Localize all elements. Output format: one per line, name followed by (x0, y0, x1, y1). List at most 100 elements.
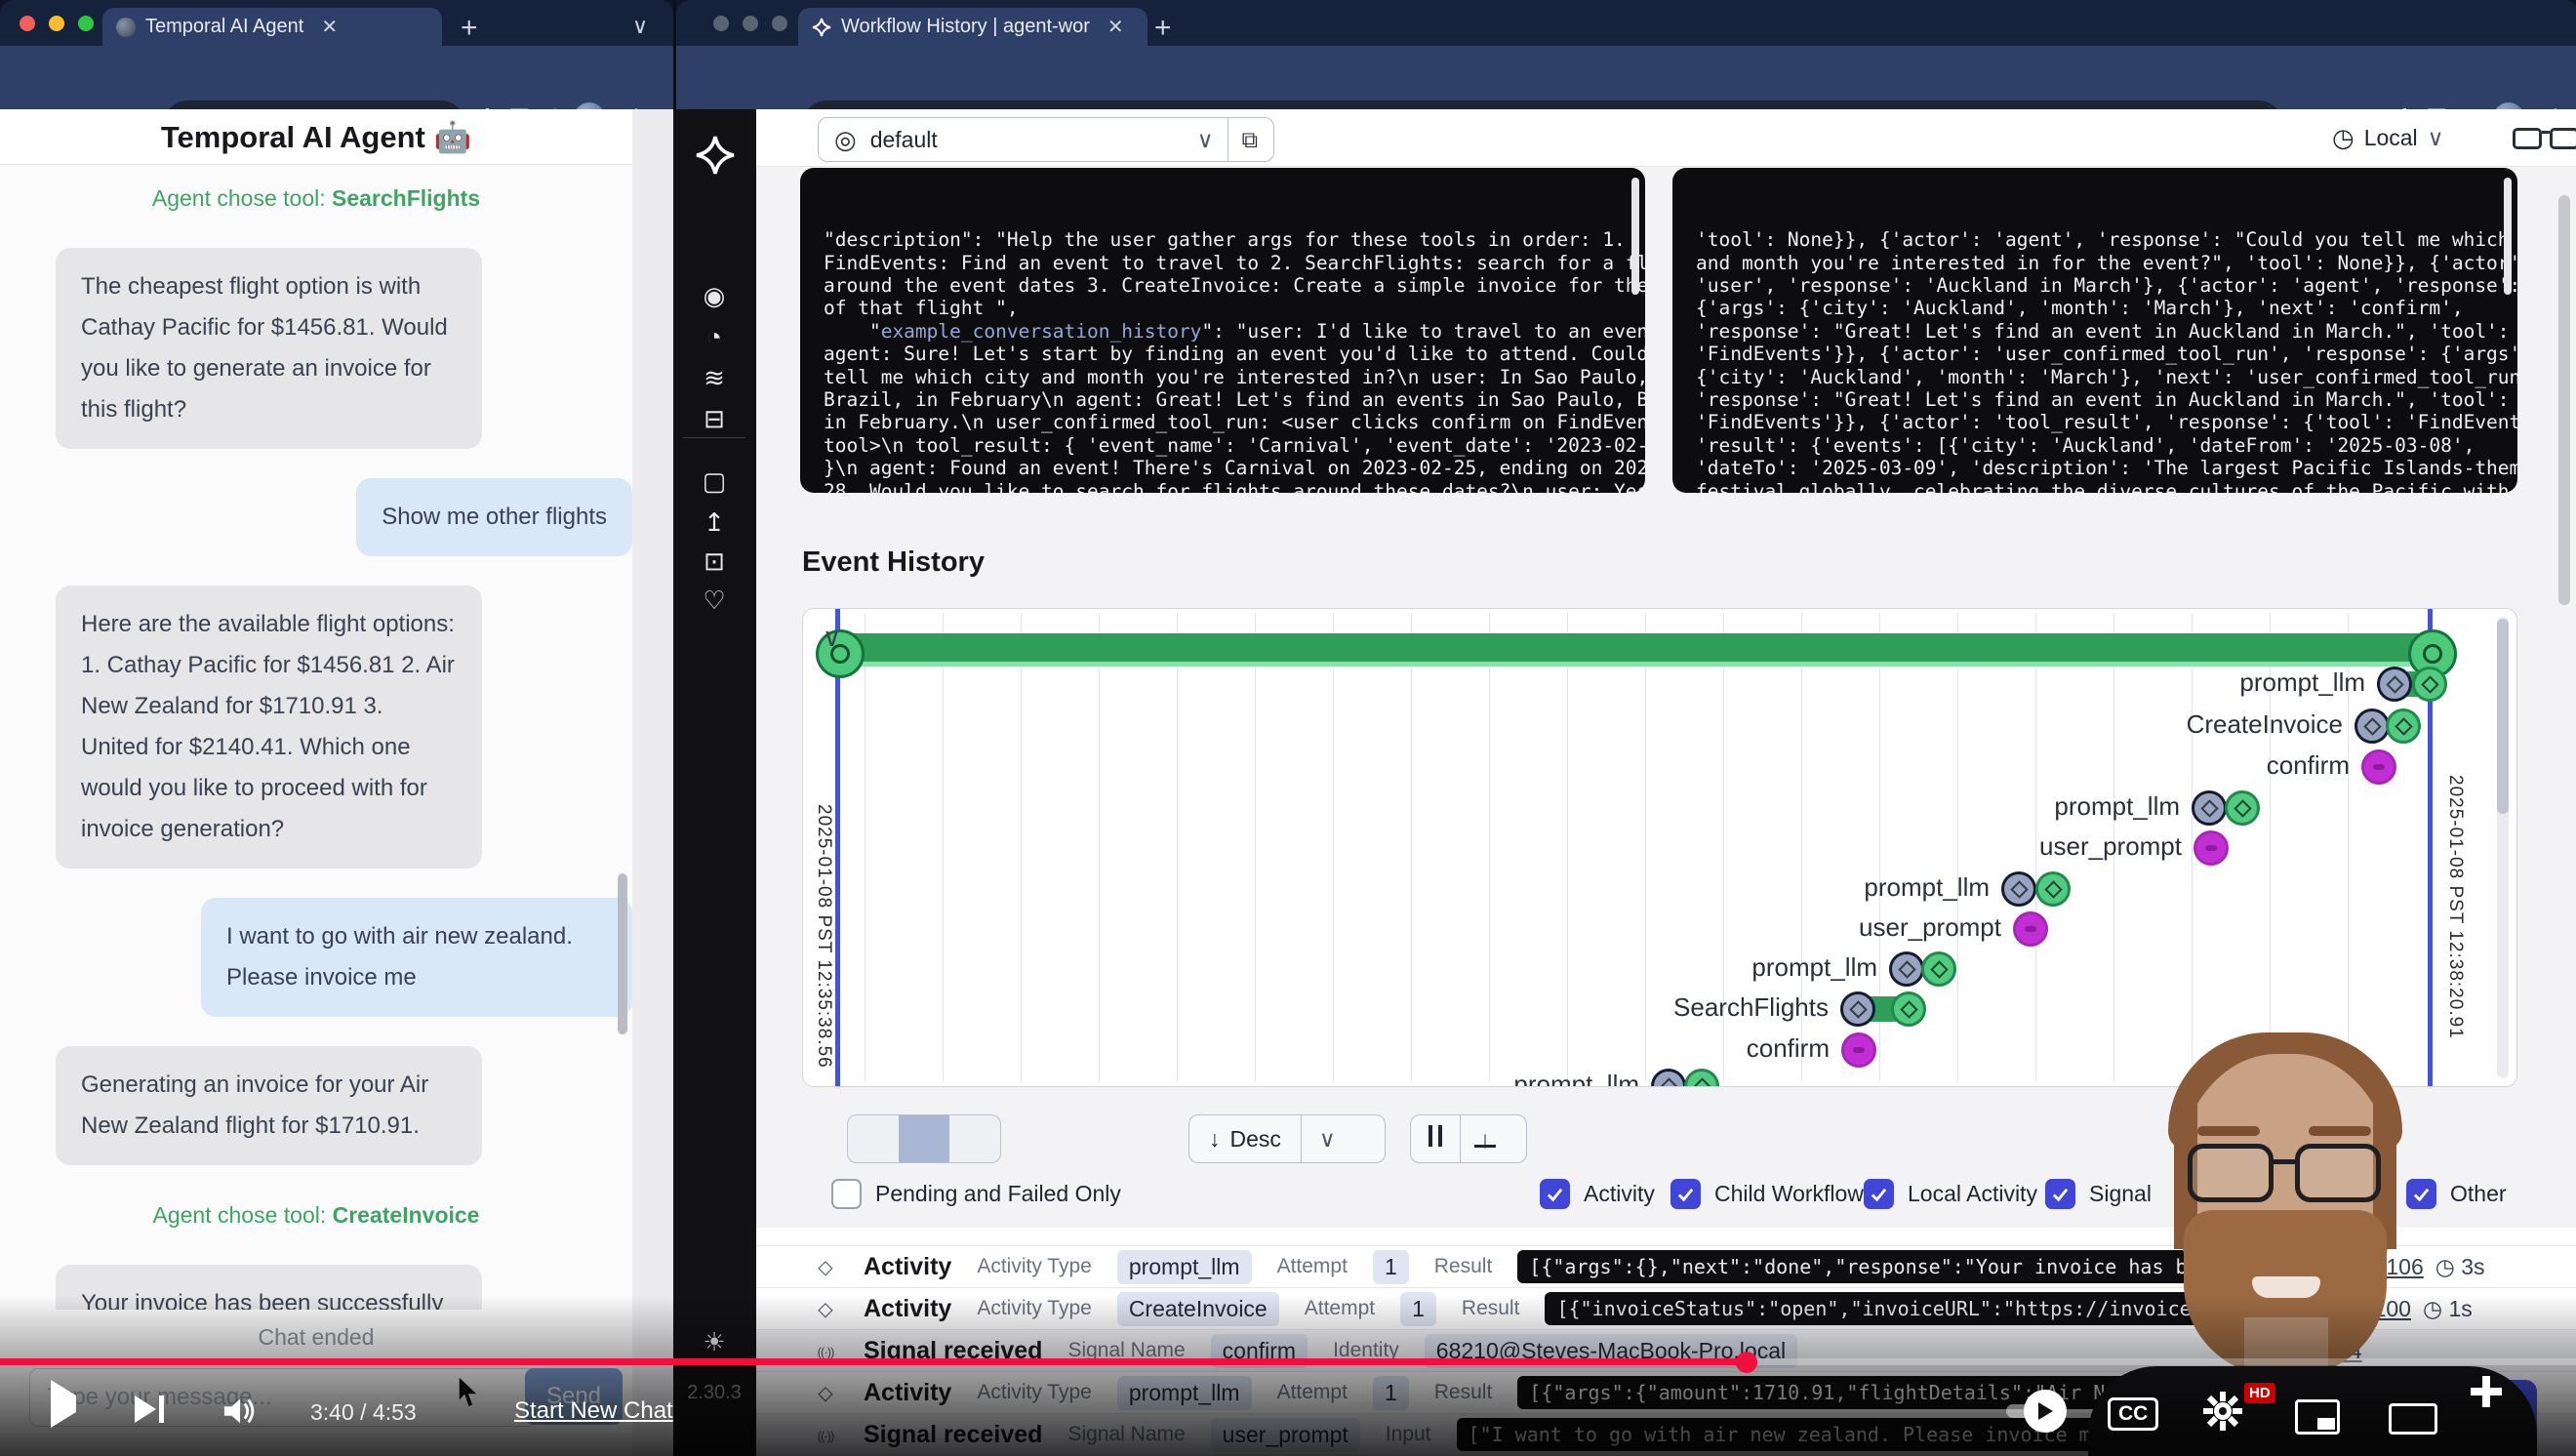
workflows-icon[interactable]: ◉ (685, 281, 744, 311)
start-new-chat-link[interactable]: Start New Chat (514, 1397, 673, 1425)
event-row[interactable]: Activity Activity Type prompt_llm Attemp… (756, 1245, 2576, 1287)
tab-close-icon[interactable]: ✕ (1107, 15, 1124, 39)
event-dot[interactable] (2412, 667, 2447, 702)
timezone-label[interactable]: Local (2364, 125, 2418, 151)
tab-temporal-ai-agent[interactable]: Temporal AI Agent ✕ (102, 8, 442, 46)
input-json-panel[interactable]: "description": "Help the user gather arg… (800, 168, 1645, 493)
filter-checkbox[interactable]: Local Activity (1864, 1179, 2037, 1209)
settings-gear-icon[interactable] (2201, 1390, 2244, 1437)
code-scrollbar[interactable] (1631, 178, 1639, 295)
event-history-timeline[interactable]: ∨ 2025-01-08 PST 12:35:38.56 2025-01-08 … (802, 608, 2517, 1087)
arrow-down-icon: ↓ (1209, 1126, 1221, 1153)
video-progress-knob[interactable] (1736, 1352, 1757, 1373)
event-dot[interactable] (2225, 790, 2260, 826)
window-controls[interactable] (713, 16, 787, 31)
close-window-button[interactable] (20, 16, 35, 31)
tab-close-icon[interactable]: ✕ (321, 15, 338, 39)
checkbox-box (2045, 1179, 2075, 1209)
event-dot[interactable] (2377, 667, 2412, 702)
play-button[interactable] (51, 1395, 76, 1413)
minimize-window-button[interactable] (743, 16, 758, 31)
monitor-icon[interactable]: ⊡ (685, 546, 744, 577)
open-external-icon[interactable]: ⧉ (1242, 127, 1258, 153)
filter-checkbox[interactable]: Signal (2045, 1179, 2152, 1209)
time-display: 3:40 / 4:53 (310, 1399, 417, 1426)
miniplayer-button[interactable] (2295, 1399, 2340, 1439)
event-dot[interactable] (2035, 871, 2071, 907)
view-mode-tab[interactable] (899, 1115, 949, 1162)
event-dot[interactable] (1889, 951, 1924, 987)
event-dot[interactable] (2361, 749, 2396, 785)
event-label: user_prompt (1859, 912, 2001, 943)
next-button[interactable] (135, 1395, 164, 1423)
captions-button[interactable]: CC (2108, 1397, 2158, 1431)
code-scrollbar[interactable] (2504, 178, 2512, 295)
sort-order-button[interactable]: ↓Desc ∨ (1188, 1114, 1386, 1163)
checkbox-box (831, 1179, 862, 1209)
filter-checkbox[interactable]: Pending and Failed Only (831, 1179, 1121, 1209)
window-controls[interactable] (20, 16, 94, 31)
page-scrollbar-thumb[interactable] (2558, 195, 2570, 605)
labs-icon[interactable]: ▢ (685, 466, 744, 497)
pause-button[interactable] (1411, 1125, 1460, 1153)
event-dot[interactable] (2192, 790, 2227, 826)
new-tab-button[interactable]: + (1154, 12, 1172, 45)
event-dot[interactable] (1891, 991, 1926, 1027)
close-window-button[interactable] (713, 16, 729, 31)
tab-search-chevron-icon[interactable]: ∨ (632, 14, 648, 39)
event-dot[interactable] (1684, 1069, 1719, 1087)
result-json-panel[interactable]: 'tool': None}}, {'actor': 'agent', 'resp… (1672, 168, 2517, 493)
chevron-down-icon[interactable]: ∨ (2428, 125, 2444, 151)
new-tab-button[interactable]: + (461, 12, 478, 45)
reader-glasses-icon[interactable] (2513, 128, 2576, 149)
event-dot[interactable] (1840, 991, 1875, 1027)
left-tabstrip: Temporal AI Agent ✕ + ∨ (0, 0, 673, 46)
zoom-window-button[interactable] (772, 16, 787, 31)
filter-checkbox[interactable]: Activity (1540, 1179, 1655, 1209)
theater-mode-button[interactable] (2389, 1403, 2437, 1439)
stack-icon[interactable]: ≋ (685, 363, 744, 393)
event-dot[interactable] (2386, 708, 2421, 744)
namespace-name: default (870, 127, 938, 153)
import-icon[interactable]: ↥ (685, 507, 744, 538)
event-id-link[interactable]: 105 (2337, 1254, 2374, 1280)
event-dot[interactable] (2194, 830, 2229, 866)
filter-checkbox[interactable]: Timer (2193, 1179, 2293, 1209)
chat-scrollbar[interactable] (618, 873, 627, 1034)
event-type-icon (813, 1255, 838, 1279)
chat-message: Show me other flights (0, 478, 632, 556)
minimize-window-button[interactable] (49, 16, 64, 31)
event-dot[interactable] (2013, 911, 2048, 947)
volume-icon[interactable] (222, 1395, 260, 1432)
schedules-icon[interactable]: ◔ (685, 322, 744, 352)
filter-checkbox[interactable]: Other (2406, 1179, 2507, 1209)
autoplay-toggle[interactable] (2006, 1390, 2067, 1433)
feedback-heart-icon[interactable]: ♡ (685, 586, 744, 616)
event-dot[interactable] (1921, 951, 1956, 987)
event-dot[interactable] (2355, 708, 2390, 744)
event-label: prompt_llm (2239, 667, 2365, 698)
view-mode-tab[interactable] (949, 1115, 1000, 1162)
zoom-window-button[interactable] (78, 16, 94, 31)
event-dot[interactable] (1841, 1032, 1876, 1068)
temporal-logo[interactable] (695, 135, 736, 176)
filter-checkbox[interactable]: Child Workflow (1670, 1179, 1864, 1209)
namespace-selector[interactable]: ◎ default ∨ ⧉ (818, 117, 1274, 162)
event-id-link[interactable]: 106 (2386, 1254, 2423, 1280)
sidebar-divider (683, 437, 745, 438)
chat-bubble: Show me other flights (356, 478, 632, 556)
tab-workflow-history[interactable]: Workflow History | agent-wor ✕ (798, 8, 1147, 46)
chat-bubble: Here are the available flight options: 1… (56, 586, 482, 869)
chat-pane: Temporal AI Agent 🤖 Agent chose tool: Se… (0, 109, 632, 1456)
timeline-scrollbar-thumb[interactable] (2497, 619, 2509, 814)
event-dot[interactable] (1651, 1069, 1686, 1087)
right-tabstrip: Workflow History | agent-wor ✕ + (676, 0, 2576, 46)
archive-icon[interactable]: ⊟ (685, 404, 744, 434)
namespace-bar: ◎ default ∨ ⧉ ◷ Local ∨ (756, 109, 2576, 167)
download-button[interactable]: ↓ (1461, 1131, 1509, 1148)
sort-chevron-icon[interactable]: ∨ (1302, 1126, 1353, 1153)
event-dot[interactable] (2001, 871, 2036, 907)
temporal-favicon (812, 18, 831, 37)
view-mode-tab[interactable] (848, 1115, 899, 1162)
chat-message: Agent chose tool: CreateInvoice (0, 1194, 632, 1235)
